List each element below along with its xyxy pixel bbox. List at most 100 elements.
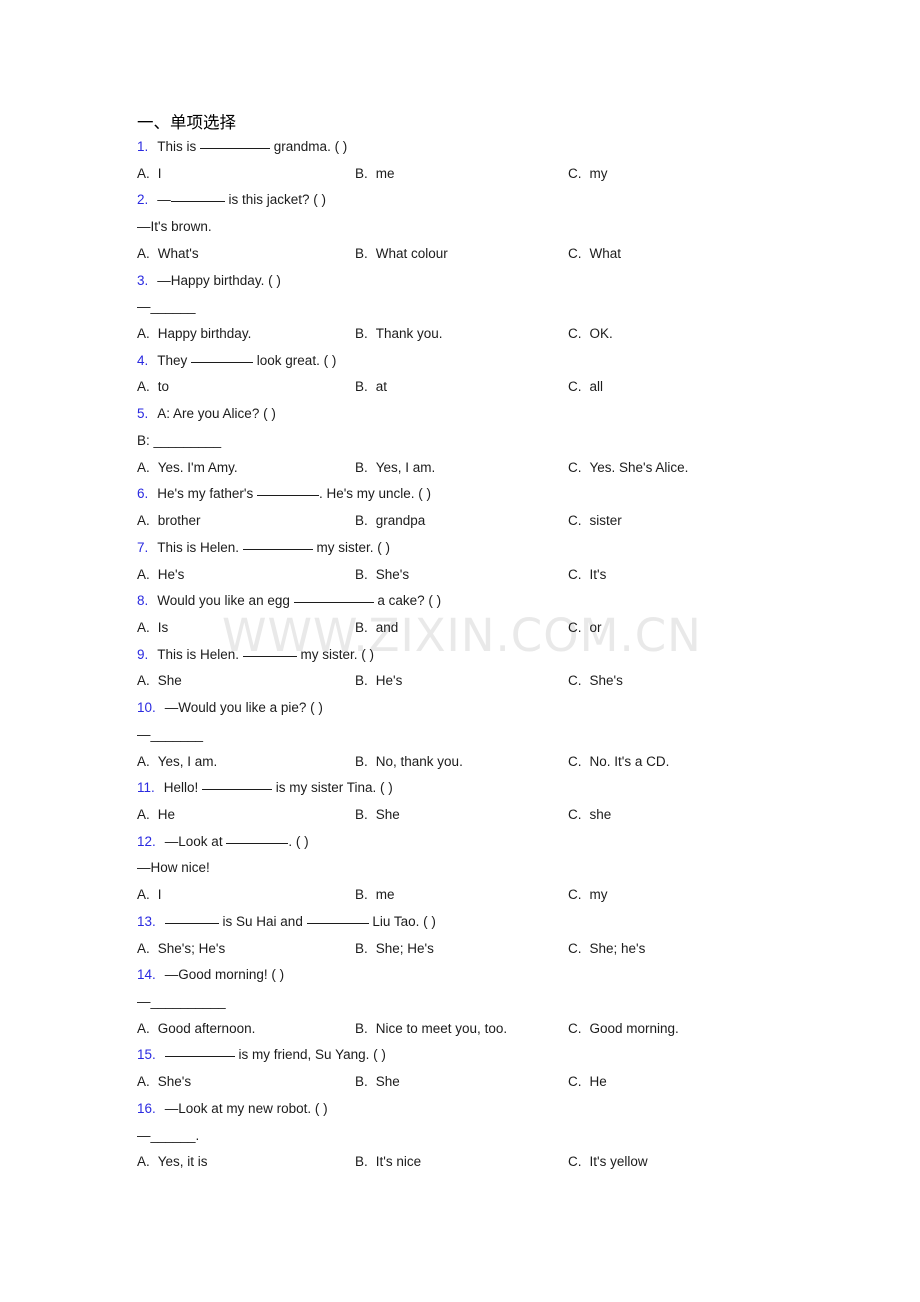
option-label: C. — [568, 753, 582, 769]
option-choice[interactable]: B. Yes, I am. — [355, 459, 435, 477]
option-label: B. — [355, 887, 368, 903]
option-choice[interactable]: C. Yes. She's Alice. — [568, 459, 688, 477]
stem-text: They — [157, 352, 192, 368]
option-text: She; he's — [589, 940, 646, 956]
option-choice[interactable]: B. He's — [355, 672, 402, 690]
option-choice[interactable]: B. me — [355, 886, 395, 904]
option-label: B. — [355, 940, 368, 956]
option-choice[interactable]: B. What colour — [355, 245, 448, 263]
option-choice[interactable]: B. Nice to meet you, too. — [355, 1020, 507, 1038]
question-number: 12. — [137, 833, 156, 849]
option-text: Nice to meet you, too. — [375, 1020, 508, 1036]
option-label: B. — [355, 1074, 368, 1090]
question-stem: 11. Hello! is my sister Tina. ( ) — [137, 779, 393, 797]
option-choice[interactable]: C. she — [568, 806, 611, 824]
option-choice[interactable]: B. She's — [355, 566, 409, 584]
option-choice[interactable]: A. Yes, it is — [137, 1153, 208, 1171]
option-choice[interactable]: C. It's — [568, 566, 606, 584]
option-row: A. She B. He's C. She's — [0, 672, 920, 690]
question-number: 13. — [137, 913, 156, 929]
option-label: B. — [355, 1154, 368, 1170]
option-choice[interactable]: A. Good afternoon. — [137, 1020, 255, 1038]
answer-blank — [256, 495, 319, 497]
option-choice[interactable]: C. What — [568, 245, 621, 263]
option-text: at — [375, 379, 388, 395]
option-choice[interactable]: B. and — [355, 619, 398, 637]
option-choice[interactable]: A. Is — [137, 619, 168, 637]
option-label: C. — [568, 513, 582, 529]
option-text: Yes, it is — [157, 1154, 208, 1170]
option-row: A. What's B. What colour C. What — [0, 245, 920, 263]
option-choice[interactable]: B. She — [355, 1073, 400, 1091]
option-choice[interactable]: A. to — [137, 378, 169, 396]
option-text: He — [157, 807, 176, 822]
question-stem: 13. is Su Hai and Liu Tao. ( ) — [137, 913, 436, 931]
option-choice[interactable]: A. She's; He's — [137, 940, 225, 958]
option-choice[interactable]: A. brother — [137, 512, 201, 530]
option-choice[interactable]: C. my — [568, 165, 608, 183]
option-choice[interactable]: A. I — [137, 886, 162, 904]
option-choice[interactable]: A. What's — [137, 245, 199, 263]
option-text: I — [157, 887, 162, 903]
question-number: 9. — [137, 646, 149, 662]
stem-text: —Happy birthday. ( ) — [157, 272, 281, 288]
option-text: I — [157, 165, 162, 181]
question-stem: 12. —Look at . ( ) — [137, 833, 309, 851]
option-choice[interactable]: A. She's — [137, 1073, 191, 1091]
option-choice[interactable]: A. I — [137, 165, 162, 183]
option-choice[interactable]: B. She; He's — [355, 940, 434, 958]
question-stem: 10. —Would you like a pie? ( ) — [137, 699, 323, 717]
option-choice[interactable]: C. She's — [568, 672, 623, 690]
option-text: me — [375, 165, 395, 181]
option-text: Yes. I'm Amy. — [157, 459, 238, 475]
question-number: 7. — [137, 539, 149, 555]
option-text: She's — [375, 566, 410, 582]
question-continuation: B: _________ — [137, 432, 222, 448]
question-number: 10. — [137, 700, 156, 716]
option-choice[interactable]: C. or — [568, 619, 602, 637]
option-label: A. — [137, 379, 150, 395]
option-choice[interactable]: C. OK. — [568, 325, 613, 343]
option-choice[interactable]: B. She — [355, 806, 400, 824]
option-choice[interactable]: A. She — [137, 672, 182, 690]
option-choice[interactable]: B. me — [355, 165, 395, 183]
option-label: C. — [568, 326, 582, 342]
question-stem: 16. —Look at my new robot. ( ) — [137, 1100, 328, 1118]
option-choice[interactable]: A. Yes. I'm Amy. — [137, 459, 238, 477]
option-text: Good morning. — [589, 1020, 679, 1036]
option-label: B. — [355, 1020, 368, 1036]
option-choice[interactable]: B. at — [355, 378, 387, 396]
option-choice[interactable]: C. my — [568, 886, 608, 904]
option-choice[interactable]: A. He — [137, 806, 175, 824]
option-choice[interactable]: C. sister — [568, 512, 622, 530]
stem-text: Would you like an egg — [157, 593, 294, 609]
stem-text: — — [157, 192, 171, 208]
option-choice[interactable]: C. He — [568, 1073, 607, 1091]
question-stem: 15. is my friend, Su Yang. ( ) — [137, 1046, 386, 1064]
option-label: A. — [137, 513, 150, 529]
question-number: 3. — [137, 272, 149, 288]
option-text: No, thank you. — [375, 753, 463, 769]
option-row: A. Good afternoon. B. Nice to meet you, too… — [0, 1020, 920, 1038]
option-text: brother — [157, 513, 201, 529]
option-choice[interactable]: B. Thank you. — [355, 325, 443, 343]
question-stem: 1. This is grandma. ( ) — [137, 138, 347, 156]
option-choice[interactable]: C. all — [568, 378, 603, 396]
question-number: 4. — [137, 352, 149, 368]
option-choice[interactable]: B. It's nice — [355, 1153, 421, 1171]
option-choice[interactable]: A. Happy birthday. — [137, 325, 251, 343]
option-label: A. — [137, 940, 150, 956]
option-choice[interactable]: B. No, thank you. — [355, 753, 463, 771]
option-choice[interactable]: C. No. It's a CD. — [568, 753, 669, 771]
question-number: 14. — [137, 967, 156, 983]
option-row: A. brother B. grandpa C. sister — [0, 512, 920, 530]
option-choice[interactable]: C. It's yellow — [568, 1153, 648, 1171]
option-text: What's — [157, 245, 199, 261]
question-stem: 5. A: Are you Alice? ( ) — [137, 405, 276, 423]
option-text: Yes. She's Alice. — [589, 459, 689, 475]
option-choice[interactable]: B. grandpa — [355, 512, 425, 530]
option-choice[interactable]: A. Yes, I am. — [137, 753, 217, 771]
option-choice[interactable]: C. She; he's — [568, 940, 645, 958]
option-choice[interactable]: C. Good morning. — [568, 1020, 679, 1038]
option-choice[interactable]: A. He's — [137, 566, 184, 584]
